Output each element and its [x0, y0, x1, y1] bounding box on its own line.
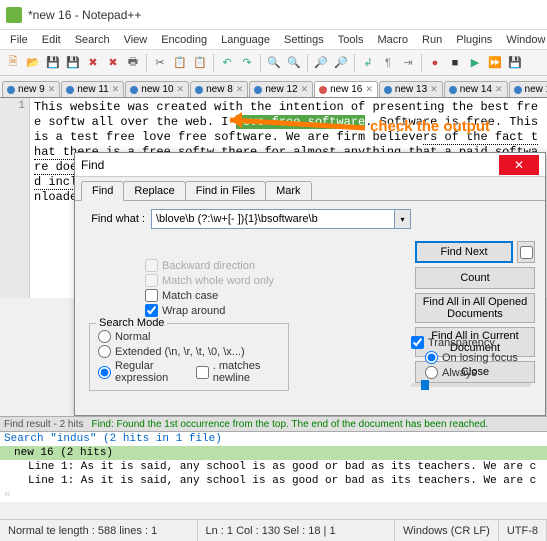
- window-title: *new 16 - Notepad++: [28, 8, 141, 22]
- search-mode-group: Search Mode Normal Extended (\n, \r, \t,…: [89, 323, 289, 391]
- find-result-message: Find: Found the 1st occurrence from the …: [91, 419, 488, 430]
- menu-file[interactable]: File: [4, 32, 34, 48]
- dialog-tabs: Find Replace Find in Files Mark: [75, 179, 545, 201]
- find-dialog: Find ✕ Find Replace Find in Files Mark F…: [74, 152, 546, 416]
- tabstrip: new 9✕ new 11✕ new 10✕ new 8✕ new 12✕ ne…: [0, 76, 547, 98]
- menu-encoding[interactable]: Encoding: [155, 32, 213, 48]
- stop-macro-icon[interactable]: ■: [446, 54, 464, 72]
- save-macro-icon[interactable]: 💾: [506, 54, 524, 72]
- indent-icon[interactable]: ⇥: [399, 54, 417, 72]
- menu-window[interactable]: Window: [500, 32, 547, 48]
- zoom-out-icon[interactable]: 🔎: [332, 54, 350, 72]
- toolbar: 🗎 📂 💾 💾 ✖ ✖ 🖶 ✂ 📋 📋 ↶ ↷ 🔍 🔍 🔎 🔎 ↲ ¶ ⇥ ● …: [0, 50, 547, 76]
- show-all-icon[interactable]: ¶: [379, 54, 397, 72]
- menu-run[interactable]: Run: [416, 32, 448, 48]
- replace-icon[interactable]: 🔍: [285, 54, 303, 72]
- menubar: File Edit Search View Encoding Language …: [0, 30, 547, 50]
- find-what-dropdown-icon[interactable]: ▾: [395, 209, 411, 229]
- paste-icon[interactable]: 📋: [191, 54, 209, 72]
- status-position: Ln : 1 Col : 130 Sel : 18 | 1: [198, 520, 396, 541]
- copy-icon[interactable]: 📋: [171, 54, 189, 72]
- dialog-tab-mark[interactable]: Mark: [265, 181, 311, 201]
- app-icon: [6, 7, 22, 23]
- zoom-in-icon[interactable]: 🔎: [312, 54, 330, 72]
- check-transparency[interactable]: Transparency: [411, 336, 531, 349]
- radio-extended[interactable]: Extended (\n, \r, \t, \0, \x...): [98, 345, 280, 358]
- dialog-titlebar: Find ✕: [75, 153, 545, 177]
- results-pane[interactable]: Search "indus" (2 hits in 1 file) new 16…: [0, 432, 547, 502]
- line-gutter: 1: [0, 98, 30, 298]
- save-icon[interactable]: 💾: [44, 54, 62, 72]
- tab-new-13[interactable]: new 13✕: [379, 81, 443, 97]
- menu-edit[interactable]: Edit: [36, 32, 67, 48]
- find-icon[interactable]: 🔍: [265, 54, 283, 72]
- find-what-input[interactable]: [151, 209, 395, 229]
- transparency-group: Transparency On losing focus Always: [411, 336, 531, 387]
- titlebar: *new 16 - Notepad++: [0, 0, 547, 30]
- find-all-open-button[interactable]: Find All in All Opened Documents: [415, 293, 535, 323]
- find-what-label: Find what :: [85, 213, 145, 225]
- dialog-tab-find-in-files[interactable]: Find in Files: [185, 181, 266, 201]
- dialog-tab-replace[interactable]: Replace: [123, 181, 185, 201]
- result-file-line[interactable]: new 16 (2 hits): [0, 446, 547, 460]
- play-macro-icon[interactable]: ▶: [466, 54, 484, 72]
- tab-new-9[interactable]: new 9✕: [2, 81, 60, 97]
- dialog-body: Find what : ▾ Backward direction Match w…: [75, 200, 545, 399]
- result-line-a[interactable]: Line 1: As it is said, any school is as …: [0, 460, 547, 474]
- status-length: Normal te length : 588 lines : 1: [0, 520, 198, 541]
- dialog-tab-find[interactable]: Find: [81, 181, 124, 201]
- tab-new-12[interactable]: new 12✕: [249, 81, 313, 97]
- close-icon[interactable]: ✖: [84, 54, 102, 72]
- menu-plugins[interactable]: Plugins: [450, 32, 498, 48]
- find-result-count: Find result - 2 hits: [4, 419, 83, 430]
- search-mode-title: Search Mode: [96, 317, 167, 329]
- radio-regex[interactable]: Regular expression: [98, 360, 188, 384]
- wrap-icon[interactable]: ↲: [359, 54, 377, 72]
- dialog-title: Find: [81, 158, 104, 172]
- statusbar: Normal te length : 588 lines : 1 Ln : 1 …: [0, 519, 547, 541]
- close-all-icon[interactable]: ✖: [104, 54, 122, 72]
- record-macro-icon[interactable]: ●: [426, 54, 444, 72]
- new-file-icon[interactable]: 🗎: [4, 54, 22, 72]
- tab-new-8[interactable]: new 8✕: [190, 81, 248, 97]
- menu-language[interactable]: Language: [215, 32, 276, 48]
- radio-always[interactable]: Always: [425, 366, 531, 379]
- tab-new-10[interactable]: new 10✕: [125, 81, 189, 97]
- menu-view[interactable]: View: [118, 32, 154, 48]
- status-eol: Windows (CR LF): [395, 520, 499, 541]
- open-file-icon[interactable]: 📂: [24, 54, 42, 72]
- result-search-line[interactable]: Search "indus" (2 hits in 1 file): [0, 432, 547, 446]
- tab-new-16[interactable]: new 16✕: [314, 81, 378, 97]
- menu-tools[interactable]: Tools: [332, 32, 370, 48]
- highlighted-match: love free software: [236, 115, 366, 129]
- status-encoding: UTF-8: [499, 520, 547, 541]
- redo-icon[interactable]: ↷: [238, 54, 256, 72]
- result-line-b[interactable]: Line 1: As it is said, any school is as …: [0, 474, 547, 488]
- tab-new-15[interactable]: new 15✕: [509, 81, 547, 97]
- find-next-checkbox[interactable]: [517, 241, 535, 263]
- menu-settings[interactable]: Settings: [278, 32, 330, 48]
- tab-new-14[interactable]: new 14✕: [444, 81, 508, 97]
- radio-normal[interactable]: Normal: [98, 330, 280, 343]
- menu-search[interactable]: Search: [69, 32, 116, 48]
- cut-icon[interactable]: ✂: [151, 54, 169, 72]
- check-matches-newline[interactable]: . matches newline: [196, 360, 280, 384]
- transparency-slider[interactable]: [411, 383, 531, 387]
- find-next-button[interactable]: Find Next: [415, 241, 513, 263]
- save-all-icon[interactable]: 💾: [64, 54, 82, 72]
- tab-new-11[interactable]: new 11✕: [61, 81, 124, 97]
- play-multi-icon[interactable]: ⏩: [486, 54, 504, 72]
- print-icon[interactable]: 🖶: [124, 54, 142, 72]
- find-result-bar: Find result - 2 hits Find: Found the 1st…: [0, 416, 547, 432]
- menu-macro[interactable]: Macro: [371, 32, 414, 48]
- dialog-close-button[interactable]: ✕: [499, 155, 539, 175]
- radio-on-losing-focus[interactable]: On losing focus: [425, 351, 531, 364]
- undo-icon[interactable]: ↶: [218, 54, 236, 72]
- count-button[interactable]: Count: [415, 267, 535, 289]
